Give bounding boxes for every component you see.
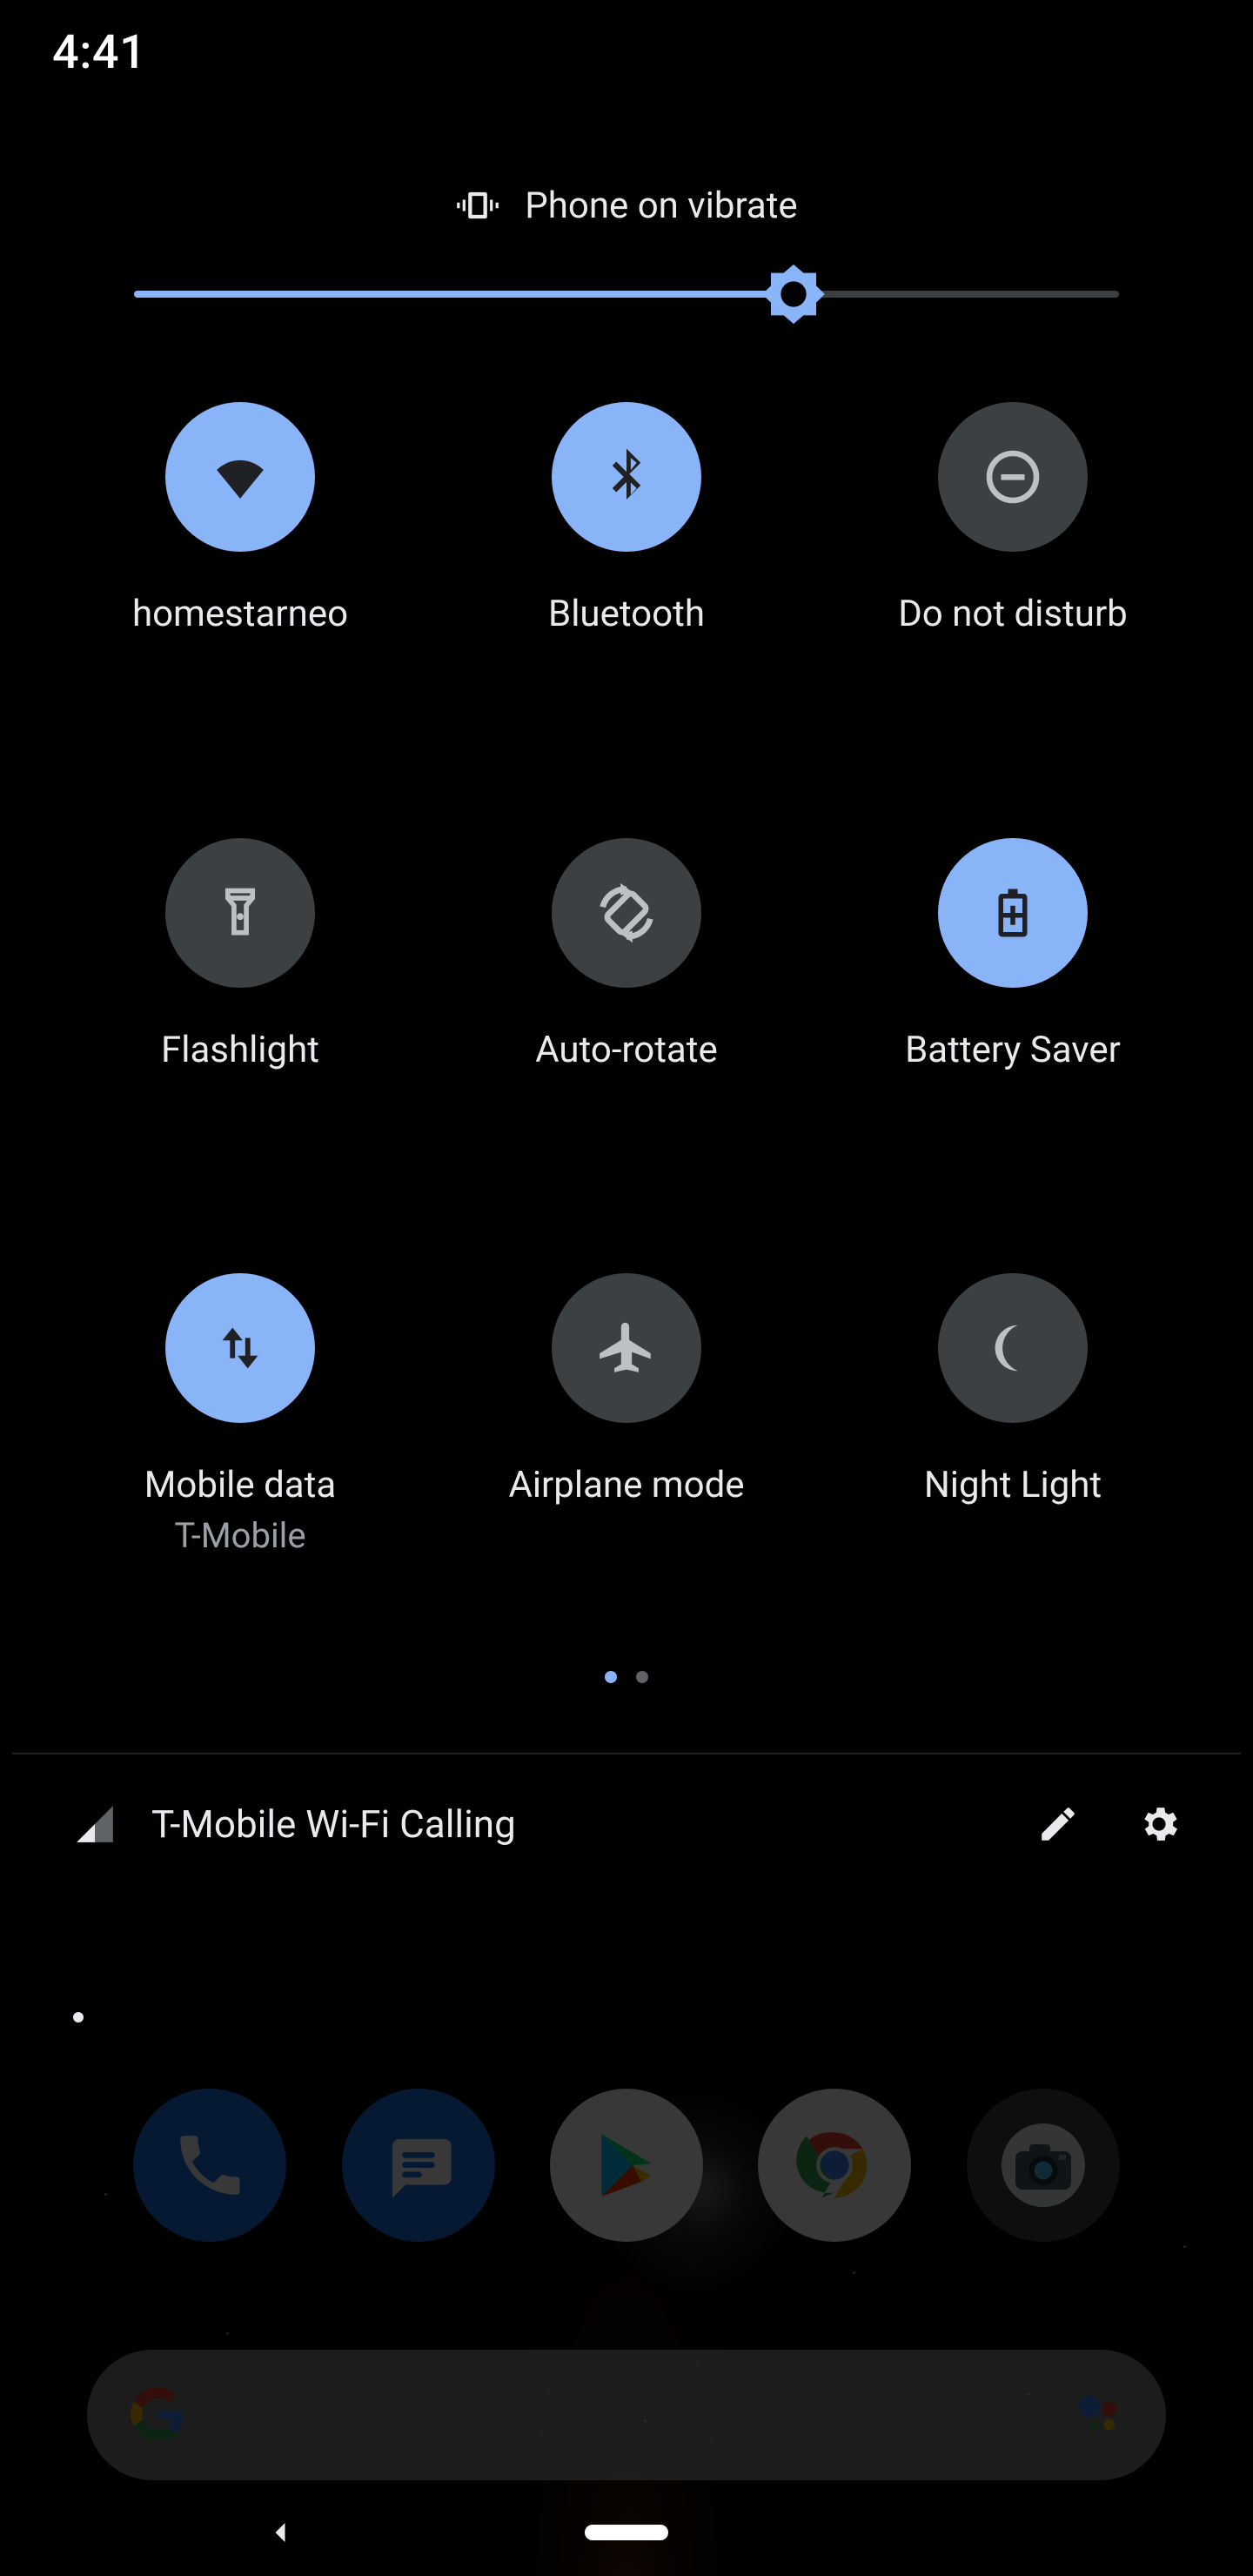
tile-batterysaver-label: Battery Saver (905, 1028, 1121, 1074)
wifi-icon (200, 437, 280, 517)
tile-nightlight-button[interactable] (938, 1273, 1088, 1423)
navigation-bar (0, 2489, 1253, 2576)
tile-nightlight: Night Light (820, 1273, 1206, 1558)
tile-wifi-button[interactable] (165, 402, 315, 552)
tile-nightlight-label: Night Light (924, 1463, 1102, 1509)
tile-autorotate-button[interactable] (552, 838, 701, 988)
tile-flashlight-button[interactable] (165, 838, 315, 988)
notification-card-collapsed[interactable] (12, 1965, 1241, 2070)
tile-bluetooth-label: Bluetooth (548, 592, 705, 638)
tile-flashlight-label: Flashlight (161, 1028, 319, 1074)
tile-mobiledata-sublabel: T-Mobile (144, 1514, 336, 1558)
tile-batterysaver-button[interactable] (938, 838, 1088, 988)
tile-mobiledata-button[interactable] (165, 1273, 315, 1423)
ringer-mode-row[interactable]: Phone on vibrate (12, 183, 1241, 228)
page-dot-2[interactable] (636, 1671, 648, 1683)
tile-autorotate: Auto-rotate (433, 838, 820, 1074)
home-gesture-pill[interactable] (585, 2525, 668, 2540)
quick-settings-panel: 4:41 Phone on vibrate h (12, 0, 1241, 1932)
brightness-slider-fill (134, 291, 794, 298)
flashlight-icon (211, 883, 270, 943)
tile-bluetooth-button[interactable] (552, 402, 701, 552)
gear-icon (1136, 1801, 1182, 1847)
brightness-slider-thumb[interactable] (760, 260, 828, 328)
tile-wifi: homestarneo (47, 402, 433, 638)
bluetooth-icon (593, 443, 660, 511)
brightness-slider[interactable] (134, 291, 1119, 298)
tile-airplane: Airplane mode (433, 1273, 820, 1558)
autorotate-icon (591, 877, 662, 949)
carrier-label: T-Mobile Wi-Fi Calling (151, 1801, 990, 1847)
status-clock: 4:41 (52, 25, 146, 80)
tile-airplane-button[interactable] (552, 1273, 701, 1423)
quick-settings-tiles: homestarneo Bluetooth Do not disturb (12, 402, 1241, 1558)
night-light-icon (982, 1318, 1043, 1379)
tile-batterysaver: Battery Saver (820, 838, 1206, 1074)
tile-dnd-label: Do not disturb (898, 592, 1128, 638)
settings-button[interactable] (1126, 1791, 1192, 1857)
tile-airplane-label: Airplane mode (508, 1463, 744, 1509)
tile-mobiledata: Mobile data T-Mobile (47, 1273, 433, 1558)
tile-autorotate-label: Auto-rotate (535, 1028, 718, 1074)
tile-dnd: Do not disturb (820, 402, 1206, 638)
tile-dnd-button[interactable] (938, 402, 1088, 552)
notification-dot-icon (73, 2012, 84, 2023)
tile-flashlight: Flashlight (47, 838, 433, 1074)
edit-tiles-button[interactable] (1025, 1791, 1091, 1857)
page-indicator (12, 1671, 1241, 1683)
back-button[interactable] (261, 2513, 299, 2552)
mobile-data-icon (210, 1318, 271, 1379)
tile-mobiledata-label: Mobile data (144, 1463, 336, 1509)
airplane-icon (594, 1316, 659, 1380)
battery-saver-icon (984, 884, 1042, 942)
cellular-signal-icon (73, 1802, 117, 1846)
quick-settings-footer: T-Mobile Wi-Fi Calling (12, 1754, 1241, 1894)
pencil-icon (1036, 1802, 1080, 1846)
tile-bluetooth: Bluetooth (433, 402, 820, 638)
dnd-icon (982, 446, 1044, 508)
ringer-mode-label: Phone on vibrate (525, 184, 797, 227)
page-dot-1[interactable] (605, 1671, 617, 1683)
status-bar: 4:41 (12, 0, 1241, 104)
tile-wifi-label: homestarneo (132, 592, 348, 638)
vibrate-icon (455, 183, 500, 228)
